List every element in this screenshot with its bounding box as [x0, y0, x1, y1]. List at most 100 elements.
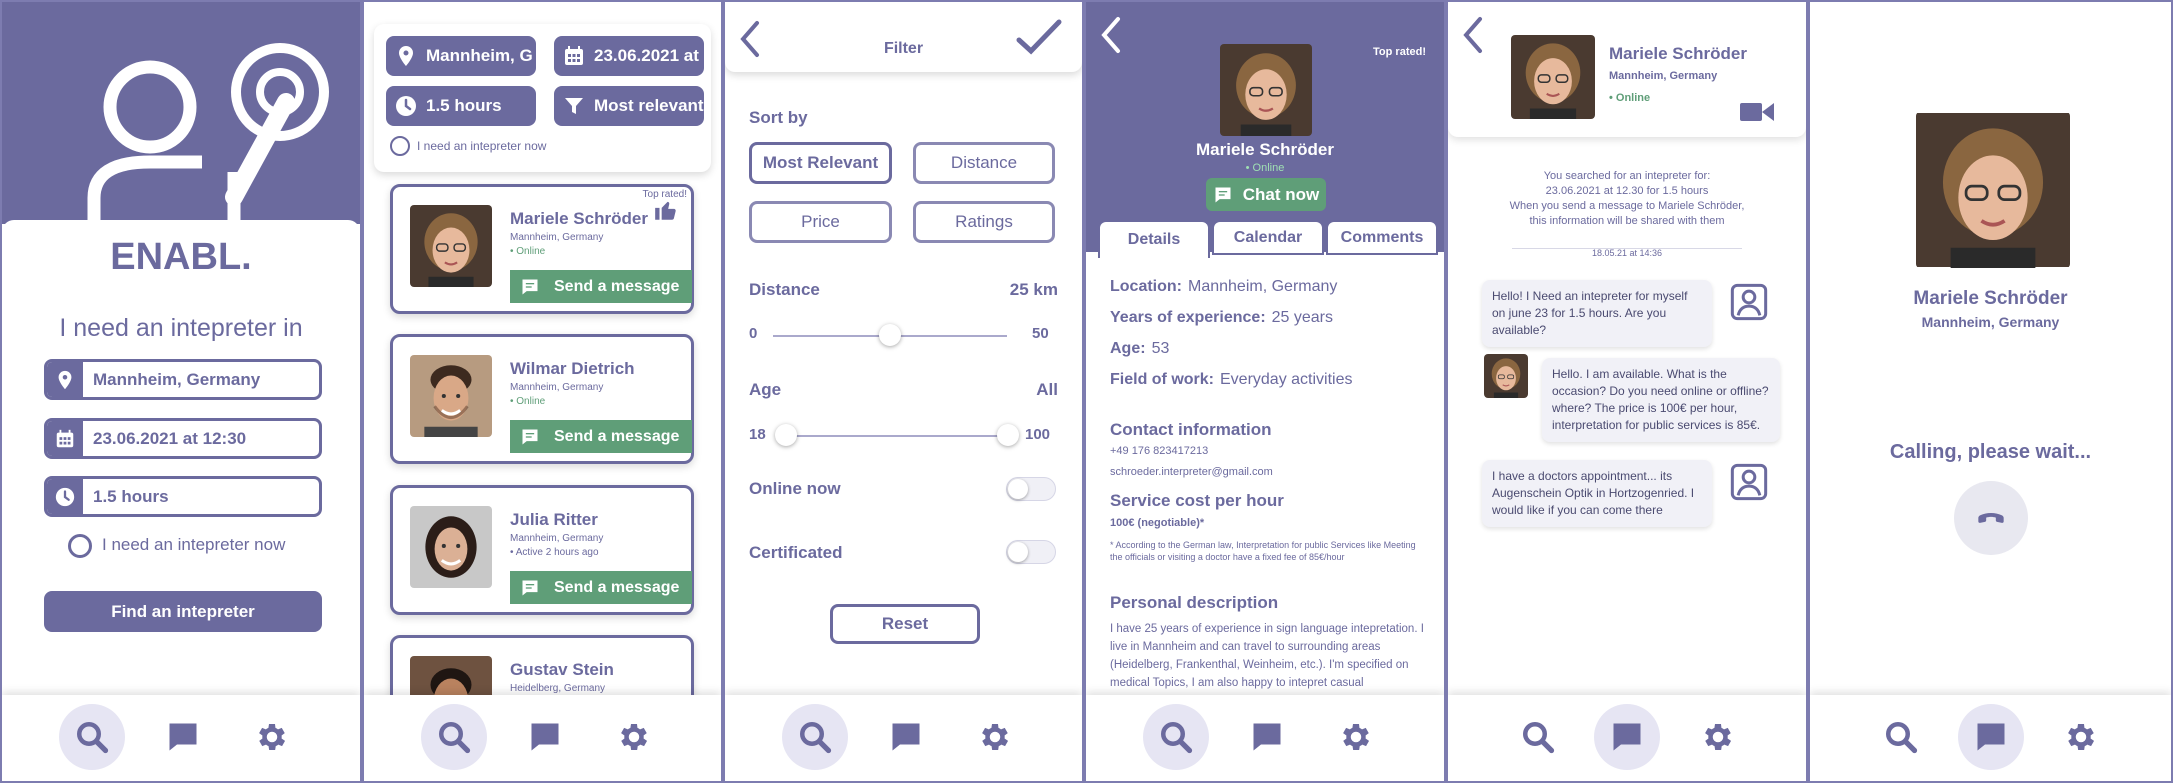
- search-icon: [1158, 719, 1194, 755]
- chat-icon: [1609, 719, 1645, 755]
- duration-field[interactable]: 1.5 hours: [44, 476, 322, 517]
- location-field[interactable]: Mannheim, Germany: [44, 359, 322, 400]
- profile-name: Mariele Schröder: [1196, 140, 1334, 159]
- chat-icon: [165, 719, 201, 755]
- nav-chat-button[interactable]: [873, 704, 939, 770]
- description-heading: Personal description: [1110, 593, 1279, 612]
- need-now-checkbox[interactable]: [68, 534, 92, 558]
- send-message-label: Send a message: [554, 427, 680, 445]
- email-address[interactable]: schroeder.interpreter@gmail.com: [1110, 466, 1273, 478]
- nav-search-button[interactable]: [421, 704, 487, 770]
- hang-up-button[interactable]: [1954, 481, 2028, 555]
- gear-icon: [254, 719, 290, 755]
- age-slider[interactable]: [783, 435, 1005, 437]
- interpreter-name: Julia Ritter: [510, 510, 598, 529]
- interpreter-card[interactable]: Top rated! Mariele Schröder Mannheim, Ge…: [390, 184, 694, 314]
- nav-settings-button[interactable]: [1685, 704, 1751, 770]
- nav-settings-button[interactable]: [239, 704, 305, 770]
- location-chip[interactable]: Mannheim, G: [386, 36, 536, 76]
- message-sent: Hello! I Need an intepreter for myself o…: [1482, 280, 1712, 347]
- sort-price[interactable]: Price: [749, 201, 892, 243]
- user-avatar-icon: [1729, 462, 1769, 502]
- nav-chat-button[interactable]: [1234, 704, 1300, 770]
- chat-timestamp: 18.05.21 at 14:36: [1591, 248, 1663, 258]
- cost-heading: Service cost per hour: [1110, 491, 1284, 510]
- certificated-label: Certificated: [749, 543, 843, 562]
- nav-chat-button[interactable]: [1594, 704, 1660, 770]
- send-message-label: Send a message: [554, 277, 680, 295]
- sort-ratings[interactable]: Ratings: [913, 201, 1055, 243]
- nav-chat-button[interactable]: [1958, 704, 2024, 770]
- page-title: I need an intepreter in: [59, 314, 303, 342]
- nav-chat-button[interactable]: [512, 704, 578, 770]
- calling-status: Calling, please wait...: [1889, 441, 2092, 463]
- gear-icon: [2063, 719, 2099, 755]
- age-row: Age: 53: [1110, 340, 1169, 358]
- date-field[interactable]: 23.06.2021 at 12:30: [44, 418, 322, 459]
- nav-settings-button[interactable]: [601, 704, 667, 770]
- thumbs-up-icon: [653, 197, 679, 223]
- nav-settings-button[interactable]: [1323, 704, 1389, 770]
- interpreter-city: Mannheim, Germany: [510, 533, 604, 544]
- certificated-toggle[interactable]: [1006, 540, 1056, 564]
- interpreter-card[interactable]: Wilmar Dietrich Mannheim, Germany • Onli…: [390, 334, 694, 464]
- sort-most-relevant[interactable]: Most Relevant: [749, 142, 892, 184]
- experience-val: 25 years: [1271, 309, 1334, 326]
- reset-button[interactable]: Reset: [830, 604, 980, 644]
- search-icon: [1883, 719, 1919, 755]
- bottom-nav: [1448, 695, 1806, 781]
- nav-search-button[interactable]: [1505, 704, 1571, 770]
- interpreter-card[interactable]: Julia Ritter Mannheim, Germany • Active …: [390, 485, 694, 615]
- avatar: [1484, 354, 1528, 398]
- back-arrow-icon[interactable]: [1462, 16, 1484, 54]
- form-panel: [2, 220, 360, 710]
- duration-chip[interactable]: 1.5 hours: [386, 86, 536, 126]
- find-interpreter-button[interactable]: Find an intepreter: [44, 591, 322, 632]
- send-message-label: Send a message: [554, 578, 680, 596]
- send-message-button[interactable]: Send a message: [510, 420, 692, 453]
- nav-search-button[interactable]: [59, 704, 125, 770]
- online-now-toggle[interactable]: [1006, 477, 1056, 501]
- profile-screen: Top rated! Mariele Schröder • Online Cha…: [1084, 0, 1446, 783]
- distance-min: 0: [749, 325, 758, 342]
- chat-now-button[interactable]: Chat now: [1206, 178, 1326, 211]
- gear-icon: [1338, 719, 1374, 755]
- age-val: 53: [1151, 340, 1170, 357]
- status-text: • Online: [1609, 92, 1651, 104]
- need-now-checkbox[interactable]: [390, 136, 410, 156]
- nav-search-button[interactable]: [1143, 704, 1209, 770]
- nav-search-button[interactable]: [782, 704, 848, 770]
- nav-settings-button[interactable]: [962, 704, 1028, 770]
- message-icon: [520, 578, 540, 598]
- bottom-nav: [2, 695, 360, 781]
- distance-slider-knob[interactable]: [879, 324, 901, 346]
- back-arrow-icon[interactable]: [1100, 16, 1122, 54]
- age-slider-max-knob[interactable]: [997, 424, 1019, 446]
- nav-settings-button[interactable]: [2048, 704, 2114, 770]
- sort-distance[interactable]: Distance: [913, 142, 1055, 184]
- contact-city: Mannheim, Germany: [1609, 70, 1718, 82]
- date-chip[interactable]: 23.06.2021 at: [554, 36, 704, 76]
- checkmark-icon[interactable]: [1015, 18, 1063, 56]
- send-message-button[interactable]: Send a message: [510, 571, 692, 604]
- sort-chip[interactable]: Most relevant: [554, 86, 704, 126]
- tab-calendar[interactable]: Calendar: [1212, 220, 1324, 255]
- interpreter-city: Mannheim, Germany: [510, 232, 604, 243]
- age-slider-min-knob[interactable]: [775, 424, 797, 446]
- video-call-icon[interactable]: [1740, 100, 1774, 124]
- chat-screen: Mariele Schröder Mannheim, Germany • Onl…: [1446, 0, 1808, 783]
- duration-value: 1.5 hours: [93, 486, 169, 506]
- experience-key: Years of experience:: [1110, 309, 1266, 326]
- bottom-nav: [1810, 695, 2171, 781]
- interpreter-city: Heidelberg, Germany: [510, 683, 606, 694]
- send-message-button[interactable]: Send a message: [510, 270, 692, 303]
- nav-chat-button[interactable]: [150, 704, 216, 770]
- chat-icon: [1973, 719, 2009, 755]
- tab-details[interactable]: Details: [1098, 220, 1210, 258]
- avatar: [1916, 112, 2070, 268]
- nav-search-button[interactable]: [1868, 704, 1934, 770]
- tab-comments[interactable]: Comments: [1326, 220, 1438, 255]
- location-value: Mannheim, Germany: [93, 369, 261, 389]
- contact-heading: Contact information: [1110, 420, 1272, 439]
- phone-number[interactable]: +49 176 823417213: [1110, 445, 1208, 457]
